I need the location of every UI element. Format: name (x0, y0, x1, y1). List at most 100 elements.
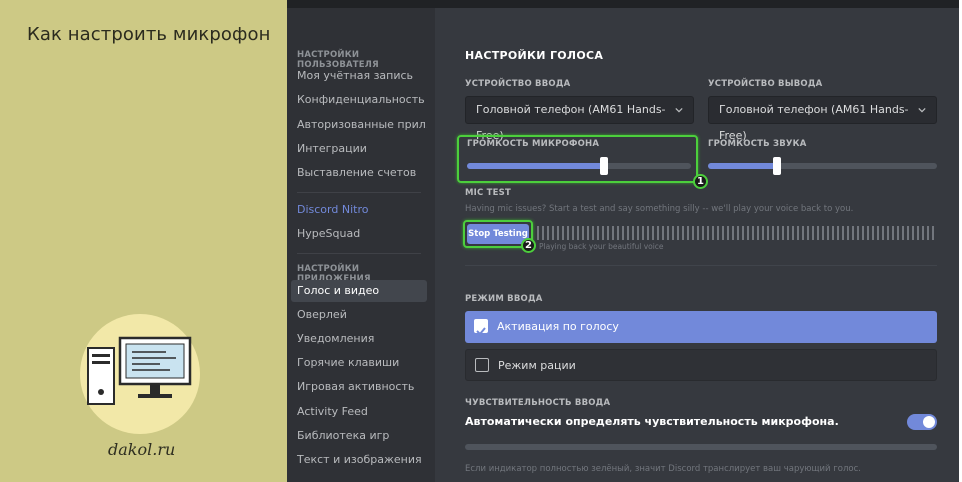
chevron-down-icon (675, 107, 683, 113)
meter-bar (857, 226, 859, 240)
sidebar-item-keybinds[interactable]: Горячие клавиши (291, 352, 427, 374)
meter-bar (822, 226, 824, 240)
sidebar-item-voice-video[interactable]: Голос и видео (291, 280, 427, 302)
sound-volume-slider[interactable] (708, 157, 937, 175)
step-badge-1: 1 (693, 174, 708, 189)
push-to-talk-option[interactable]: Режим рации (465, 349, 937, 381)
stop-testing-button[interactable]: Stop Testing (467, 224, 529, 244)
meter-bar (597, 226, 599, 240)
meter-bar (687, 226, 689, 240)
mic-test-meter (537, 226, 937, 240)
output-device-value: Головной телефон (AM61 Hands-Free) (719, 103, 909, 142)
meter-bar (572, 226, 574, 240)
meter-bar (592, 226, 594, 240)
auto-sensitivity-toggle[interactable] (907, 414, 937, 430)
meter-bar (637, 226, 639, 240)
sidebar-item-game-activity[interactable]: Игровая активность (291, 376, 427, 398)
voice-activity-option[interactable]: Активация по голосу (465, 311, 937, 343)
meter-bar (922, 226, 924, 240)
promo-title: Как настроить микрофон (27, 24, 271, 45)
input-device-label: УСТРОЙСТВО ВВОДА (465, 79, 571, 89)
sidebar-item-account[interactable]: Моя учётная запись (291, 65, 427, 87)
section-divider (465, 265, 937, 266)
output-device-select[interactable]: Головной телефон (AM61 Hands-Free) (708, 96, 937, 142)
meter-bar (737, 226, 739, 240)
sidebar-item-activity-feed[interactable]: Activity Feed (291, 401, 427, 423)
sidebar-item-hypesquad[interactable]: HypeSquad (291, 223, 427, 245)
meter-bar (742, 226, 744, 240)
meter-bar (847, 226, 849, 240)
meter-bar (877, 226, 879, 240)
meter-bar (627, 226, 629, 240)
meter-bar (792, 226, 794, 240)
meter-bar (882, 226, 884, 240)
mic-test-label: MIC TEST (465, 188, 511, 198)
sidebar-divider (297, 253, 421, 254)
meter-bar (917, 226, 919, 240)
mic-volume-slider[interactable] (467, 157, 691, 175)
step-badge-2: 2 (521, 238, 536, 253)
meter-bar (887, 226, 889, 240)
settings-sidebar: НАСТРОЙКИ ПОЛЬЗОВАТЕЛЯ Моя учётная запис… (287, 8, 435, 482)
push-to-talk-label: Режим рации (498, 359, 576, 372)
sidebar-divider (297, 192, 421, 193)
meter-bar (782, 226, 784, 240)
sidebar-item-nitro[interactable]: Discord Nitro (291, 199, 427, 221)
sidebar-item-notifications[interactable]: Уведомления (291, 328, 427, 350)
mic-volume-handle[interactable] (599, 157, 608, 175)
sensitivity-label: ЧУВСТВИТЕЛЬНОСТЬ ВВОДА (465, 398, 611, 408)
meter-bar (657, 226, 659, 240)
meter-bar (797, 226, 799, 240)
sensitivity-help: Если индикатор полностью зелёный, значит… (465, 464, 861, 474)
sidebar-item-integrations[interactable]: Интеграции (291, 138, 427, 160)
meter-bar (692, 226, 694, 240)
meter-bar (662, 226, 664, 240)
promo-site: dakol.ru (108, 440, 176, 459)
sidebar-item-game-library[interactable]: Библиотека игр (291, 425, 427, 447)
checkmark-icon (474, 319, 488, 336)
sidebar-item-text-images[interactable]: Текст и изображения (291, 449, 427, 471)
meter-bar (732, 226, 734, 240)
meter-bar (712, 226, 714, 240)
meter-bar (622, 226, 624, 240)
meter-bar (537, 226, 539, 240)
meter-bar (892, 226, 894, 240)
checkbox-empty-icon (475, 358, 489, 372)
sidebar-item-privacy[interactable]: Конфиденциальность (291, 89, 427, 111)
chevron-down-icon (918, 107, 926, 113)
meter-bar (702, 226, 704, 240)
meter-bar (827, 226, 829, 240)
meter-bar (767, 226, 769, 240)
meter-bar (582, 226, 584, 240)
input-device-select[interactable]: Головной телефон (AM61 Hands-Free) (465, 96, 694, 142)
meter-bar (567, 226, 569, 240)
sidebar-item-authorized-apps[interactable]: Авторизованные прил... (291, 114, 427, 136)
meter-bar (677, 226, 679, 240)
meter-bar (697, 226, 699, 240)
meter-bar (897, 226, 899, 240)
meter-bar (577, 226, 579, 240)
mic-volume-fill (467, 163, 604, 169)
meter-bar (552, 226, 554, 240)
meter-bar (832, 226, 834, 240)
sidebar-item-billing[interactable]: Выставление счетов (291, 162, 427, 184)
meter-bar (907, 226, 909, 240)
mic-volume-label: ГРОМКОСТЬ МИКРОФОНА (467, 139, 600, 149)
input-mode-label: РЕЖИМ ВВОДА (465, 294, 543, 304)
output-device-label: УСТРОЙСТВО ВЫВОДА (708, 79, 823, 89)
meter-bar (927, 226, 929, 240)
meter-bar (672, 226, 674, 240)
sidebar-item-overlay[interactable]: Оверлей (291, 304, 427, 326)
meter-bar (932, 226, 934, 240)
meter-bar (807, 226, 809, 240)
sound-volume-handle[interactable] (772, 157, 781, 175)
meter-bar (867, 226, 869, 240)
meter-bar (727, 226, 729, 240)
meter-bar (757, 226, 759, 240)
meter-bar (752, 226, 754, 240)
sensitivity-bar (465, 444, 937, 450)
meter-bar (772, 226, 774, 240)
meter-bar (912, 226, 914, 240)
meter-bar (607, 226, 609, 240)
meter-bar (642, 226, 644, 240)
